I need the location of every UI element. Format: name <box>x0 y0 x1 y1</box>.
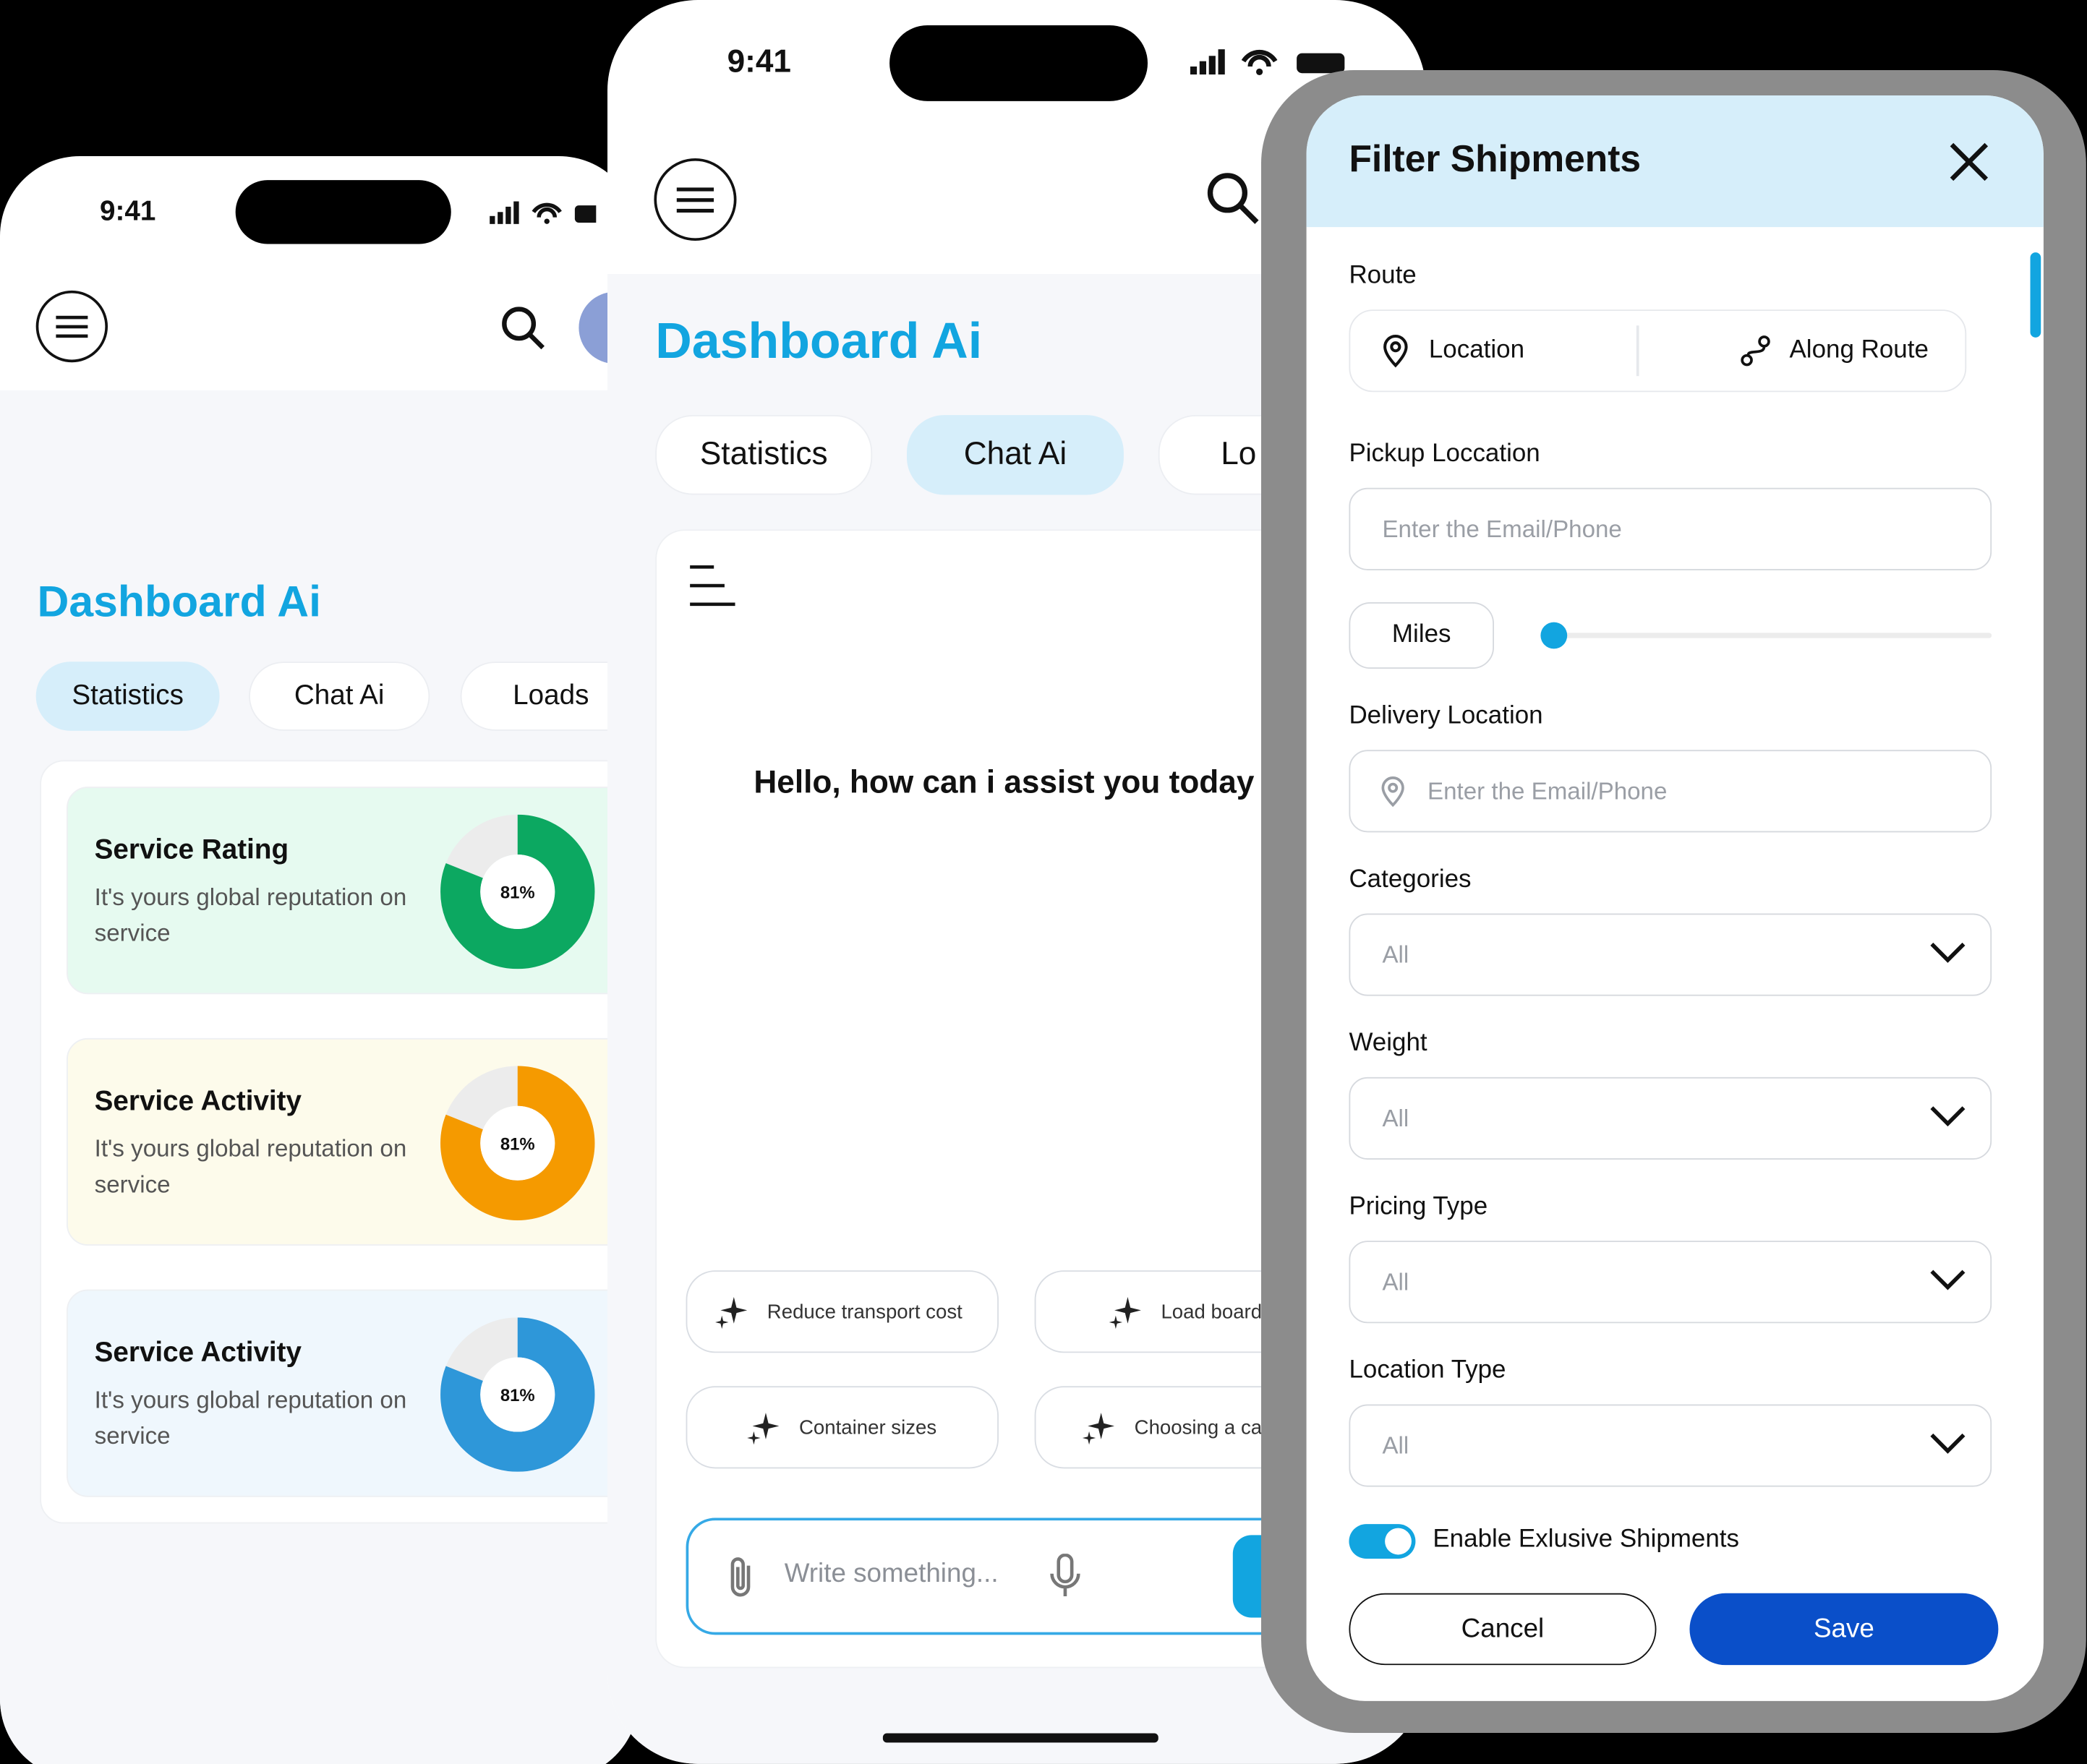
tab-chat-ai[interactable]: Chat Ai <box>249 662 430 731</box>
sparkle-icon <box>715 1297 748 1330</box>
pickup-label: Pickup Loccation <box>1349 440 1540 468</box>
categories-select[interactable]: All <box>1349 913 1992 996</box>
card-subtitle: It's yours global reputation on service <box>94 1387 407 1450</box>
miles-slider-track[interactable] <box>1545 633 1992 638</box>
search-icon[interactable] <box>1206 171 1260 225</box>
hamburger-icon <box>676 187 714 213</box>
delivery-location-input[interactable]: Enter the Email/Phone <box>1349 750 1992 833</box>
history-menu-icon[interactable] <box>690 565 735 608</box>
dynamic-island <box>889 25 1148 101</box>
suggestion-chip[interactable]: Reduce transport cost <box>686 1270 999 1353</box>
filter-title: Filter Shipments <box>1349 137 1642 179</box>
menu-button[interactable] <box>35 290 108 363</box>
delivery-label: Delivery Location <box>1349 702 1543 730</box>
status-time: 9:41 <box>727 43 792 80</box>
tab-statistics[interactable]: Statistics <box>655 415 873 495</box>
weight-label: Weight <box>1349 1029 1427 1058</box>
sparkle-icon <box>747 1413 780 1445</box>
donut-chart-blue: 81% <box>440 1317 595 1472</box>
weight-value: All <box>1382 1104 1409 1131</box>
chat-greeting: Hello, how can i assist you today <box>754 765 1255 801</box>
miles-slider-thumb[interactable] <box>1540 622 1568 649</box>
tab-chat-ai[interactable]: Chat Ai <box>907 415 1124 495</box>
route-option-along-route[interactable]: Along Route <box>1739 309 1966 392</box>
location-type-select[interactable]: All <box>1349 1404 1992 1487</box>
toggle-label: Enable Exlusive Shipments <box>1433 1525 1740 1554</box>
chevron-down-icon <box>1930 942 1966 963</box>
chevron-down-icon <box>1930 1106 1966 1127</box>
pricing-type-value: All <box>1382 1267 1409 1295</box>
categories-label: Categories <box>1349 865 1472 894</box>
delivery-placeholder: Enter the Email/Phone <box>1427 776 1668 804</box>
location-type-value: All <box>1382 1431 1409 1459</box>
sparkle-icon <box>1082 1413 1115 1445</box>
route-option-label: Location <box>1428 336 1525 364</box>
donut-percent: 81% <box>500 1134 535 1154</box>
suggestion-chip[interactable]: Container sizes <box>686 1386 999 1469</box>
filter-panel: Filter Shipments Route Location Along Ro… <box>1306 95 2044 1701</box>
microphone-icon[interactable] <box>1049 1554 1081 1599</box>
categories-value: All <box>1382 941 1409 968</box>
exclusive-shipments-toggle[interactable] <box>1349 1524 1416 1559</box>
chip-label: Container sizes <box>798 1416 937 1439</box>
card-subtitle: It's yours global reputation on service <box>94 1135 407 1198</box>
chevron-down-icon <box>1930 1270 1966 1290</box>
status-icons <box>490 201 597 224</box>
save-button[interactable]: Save <box>1689 1593 1999 1666</box>
donut-percent: 81% <box>500 883 535 903</box>
pricing-type-label: Pricing Type <box>1349 1192 1488 1221</box>
hamburger-icon <box>56 315 88 338</box>
miles-button[interactable]: Miles <box>1349 602 1494 669</box>
card-title: Service Activity <box>94 1337 302 1369</box>
close-icon[interactable] <box>1949 142 1989 181</box>
search-icon[interactable] <box>500 305 546 351</box>
location-type-label: Location Type <box>1349 1356 1506 1384</box>
route-icon <box>1741 335 1770 367</box>
dynamic-island <box>235 180 451 244</box>
chip-label: Reduce transport cost <box>767 1300 963 1323</box>
page-title: Dashboard Ai <box>37 576 322 626</box>
route-label: Route <box>1349 261 1417 290</box>
pricing-type-select[interactable]: All <box>1349 1241 1992 1324</box>
card-subtitle: It's yours global reputation on service <box>94 883 407 946</box>
pickup-placeholder: Enter the Email/Phone <box>1382 515 1622 542</box>
route-option-label: Along Route <box>1789 336 1929 364</box>
route-option-location[interactable]: Location <box>1349 309 1636 392</box>
weight-select[interactable]: All <box>1349 1076 1992 1160</box>
donut-chart-orange: 81% <box>440 1066 595 1220</box>
donut-percent: 81% <box>500 1386 535 1405</box>
status-time: 9:41 <box>100 196 156 227</box>
tab-statistics[interactable]: Statistics <box>35 662 220 731</box>
cancel-button[interactable]: Cancel <box>1349 1593 1657 1666</box>
card-title: Service Rating <box>94 834 289 865</box>
toggle-knob <box>1385 1528 1412 1555</box>
status-icons <box>1190 49 1345 75</box>
donut-chart-green: 81% <box>440 814 595 969</box>
card-title: Service Activity <box>94 1086 302 1117</box>
route-divider <box>1636 325 1639 377</box>
menu-button[interactable] <box>654 158 737 241</box>
chevron-down-icon <box>1930 1433 1966 1454</box>
message-placeholder: Write something... <box>784 1559 999 1588</box>
location-pin-icon <box>1383 334 1408 368</box>
sparkle-icon <box>1109 1297 1141 1330</box>
scrollbar-thumb[interactable] <box>2030 252 2041 338</box>
chip-label: Choosing a ca <box>1134 1416 1263 1439</box>
page-title: Dashboard Ai <box>655 314 983 370</box>
home-indicator <box>882 1733 1158 1743</box>
pickup-location-input[interactable]: Enter the Email/Phone <box>1349 487 1992 570</box>
chip-label: Load board <box>1161 1300 1263 1323</box>
location-pin-icon <box>1381 776 1404 808</box>
attachment-icon[interactable] <box>727 1555 756 1601</box>
